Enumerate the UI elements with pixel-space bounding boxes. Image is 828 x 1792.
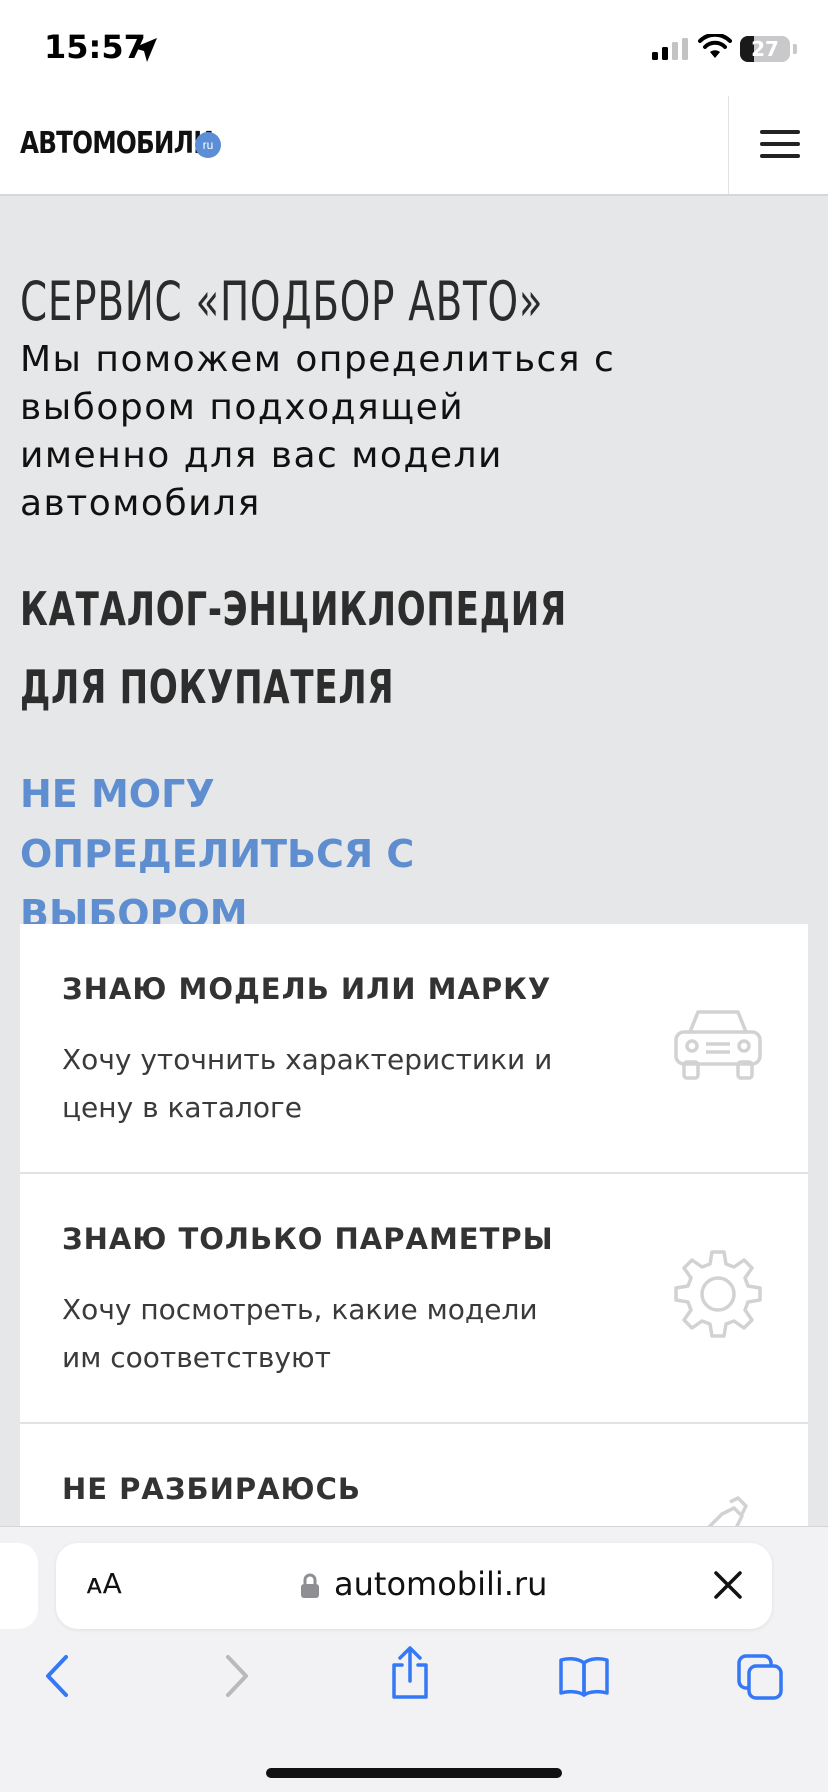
site-logo[interactable]: АВТОМОБИЛИ [20, 126, 214, 161]
cellular-signal-icon [652, 38, 688, 60]
card-title: НЕ РАЗБИРАЮСЬ [62, 1472, 361, 1506]
previous-tab-preview[interactable] [0, 1543, 38, 1629]
forward-icon[interactable] [222, 1653, 252, 1699]
service-title: СЕРВИС «ПОДБОР АВТО» [20, 270, 544, 333]
hamburger-menu-icon[interactable] [758, 126, 802, 162]
site-header: АВТОМОБИЛИ ru [0, 96, 828, 196]
option-card-know-model[interactable]: ЗНАЮ МОДЕЛЬ ИЛИ МАРКУ Хочу уточнить хара… [20, 924, 808, 1174]
logo-badge: ru [195, 132, 221, 158]
home-indicator [266, 1768, 562, 1778]
car-icon [674, 1010, 762, 1080]
battery-level: 27 [751, 37, 779, 61]
option-card-know-params[interactable]: ЗНАЮ ТОЛЬКО ПАРАМЕТРЫ Хочу посмотреть, к… [20, 1174, 808, 1424]
status-bar: 15:57 27 [0, 0, 828, 96]
reader-options-button[interactable]: ᴀA [86, 1567, 122, 1600]
address-bar[interactable]: ᴀA automobili.ru [56, 1543, 772, 1629]
browser-bottom-bar: ᴀA automobili.ru [0, 1526, 828, 1792]
catalog-link[interactable]: КАТАЛОГ-ЭНЦИКЛОПЕДИЯ ДЛЯ ПОКУПАТЕЛЯ [20, 570, 597, 726]
card-description: Хочу уточнить характеристики и цену в ка… [62, 1043, 553, 1124]
location-arrow-icon [133, 38, 157, 62]
card-description: Хочу посмотреть, какие модели им соответ… [62, 1293, 538, 1374]
close-icon[interactable] [712, 1569, 744, 1601]
share-icon[interactable] [388, 1645, 432, 1701]
battery-cap [793, 44, 797, 54]
gear-icon [674, 1250, 762, 1338]
card-title: ЗНАЮ МОДЕЛЬ ИЛИ МАРКУ [62, 972, 552, 1006]
wifi-icon [698, 34, 732, 58]
lock-icon [301, 1573, 319, 1598]
header-divider [728, 96, 729, 194]
service-description: Мы поможем определиться с выбором подход… [20, 339, 616, 524]
cant-decide-link[interactable]: НЕ МОГУ ОПРЕДЕЛИТЬСЯ С ВЫБОРОМ [20, 764, 580, 944]
tabs-icon[interactable] [736, 1653, 784, 1701]
battery-icon: 27 [740, 36, 790, 62]
back-icon[interactable] [42, 1653, 72, 1699]
card-title: ЗНАЮ ТОЛЬКО ПАРАМЕТРЫ [62, 1222, 554, 1256]
bookmarks-icon[interactable] [558, 1655, 610, 1697]
url-text: automobili.ru [334, 1565, 548, 1603]
